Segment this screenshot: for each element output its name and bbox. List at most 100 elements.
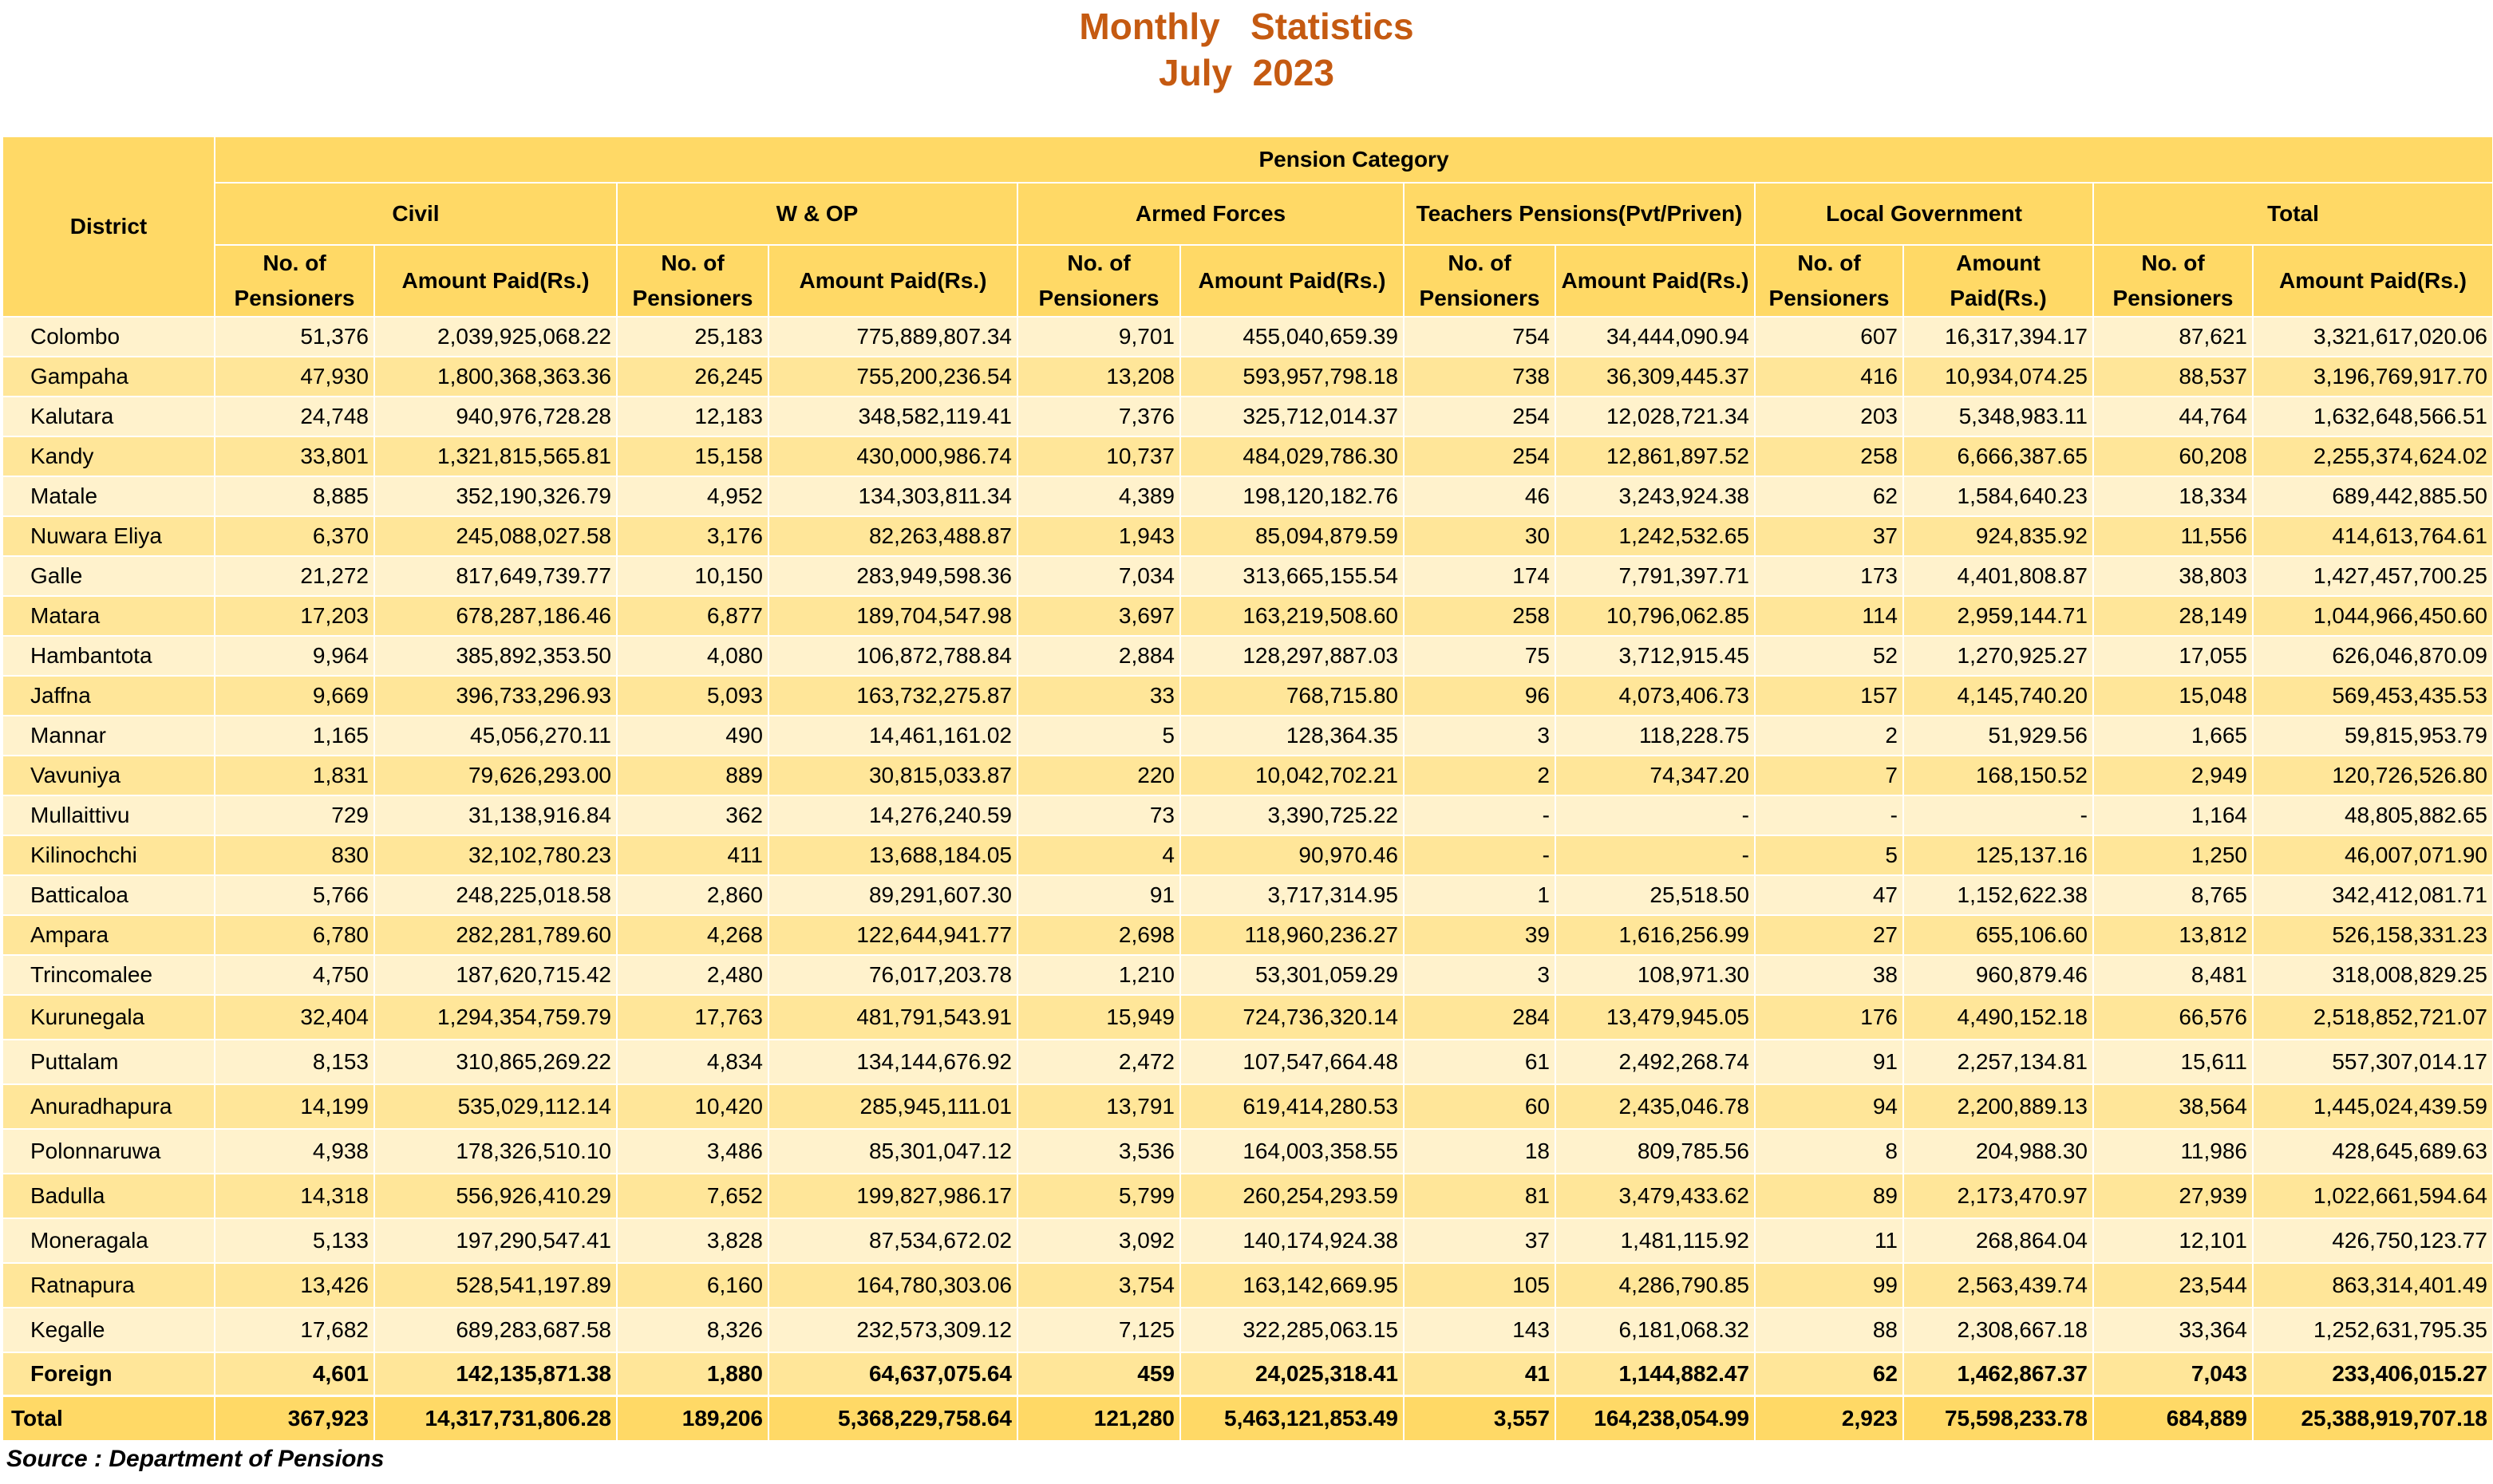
pensioner-count-cell: 258 [1403, 595, 1555, 636]
pensioner-count-cell: 23,544 [2092, 1262, 2253, 1308]
amount-paid-cell: 322,285,063.15 [1179, 1307, 1404, 1352]
pensioner-count-cell: 8,481 [2092, 954, 2253, 995]
table-row: Puttalam 8,153 310,865,269.22 4,834 134,144,… [2, 1039, 2492, 1084]
pensioner-count-cell: 38 [1754, 954, 1903, 995]
pensioner-count-cell: 2,480 [616, 954, 768, 995]
pensioner-count-cell: 684,889 [2092, 1394, 2253, 1440]
amount-paid-cell: 163,219,508.60 [1179, 595, 1404, 636]
amount-paid-cell: 689,442,885.50 [2252, 476, 2492, 516]
pensioner-count-cell: 1,943 [1017, 515, 1180, 556]
pensioner-count-cell: 61 [1403, 1039, 1555, 1084]
amount-paid-cell: 557,307,014.17 [2252, 1039, 2492, 1084]
amount-paid-cell: 2,200,889.13 [1902, 1083, 2093, 1129]
pensioner-count-cell: 9,701 [1017, 316, 1180, 357]
pensioner-count-cell: 89 [1754, 1173, 1903, 1218]
pensioner-count-cell: 4,750 [214, 954, 374, 995]
page-subtitle: July 2023 [1159, 52, 1334, 93]
pensioner-count-cell: 284 [1403, 994, 1555, 1040]
amount-paid-cell: 1,800,368,363.36 [373, 356, 617, 397]
amount-paid-cell: 107,547,664.48 [1179, 1039, 1404, 1084]
pensioner-count-cell: 24,748 [214, 396, 374, 436]
amount-paid-cell: 1,270,925.27 [1902, 635, 2093, 676]
amount-paid-cell: 1,445,024,439.59 [2252, 1083, 2492, 1129]
amount-paid-cell: 5,348,983.11 [1902, 396, 2093, 436]
col-header-no-pensioners: No. of Pensioners [214, 244, 374, 317]
district-name: Matara [2, 595, 215, 636]
pensioner-count-cell: 15,949 [1017, 994, 1180, 1040]
table-row: Vavuniya 1,831 79,626,293.00 889 30,815,033.… [2, 755, 2492, 795]
pensioner-count-cell: 8,326 [616, 1307, 768, 1352]
amount-paid-cell: 198,120,182.76 [1179, 476, 1404, 516]
col-header-no-pensioners: No. of Pensioners [1754, 244, 1903, 317]
amount-paid-cell: 4,145,740.20 [1902, 675, 2093, 716]
table-row: Anuradhapura 14,199 535,029,112.14 10,420 28… [2, 1083, 2492, 1129]
amount-paid-cell: 128,364.35 [1179, 715, 1404, 756]
pensioner-count-cell: 13,208 [1017, 356, 1180, 397]
amount-paid-cell: 924,835.92 [1902, 515, 2093, 556]
amount-paid-cell: 164,780,303.06 [768, 1262, 1017, 1308]
pensioner-count-cell: 18 [1403, 1128, 1555, 1174]
amount-paid-cell: 817,649,739.77 [373, 555, 617, 596]
pensioner-count-cell: 8 [1754, 1128, 1903, 1174]
district-name: Foreign [2, 1352, 215, 1395]
district-name: Moneragala [2, 1218, 215, 1263]
amount-paid-cell: 164,238,054.99 [1555, 1394, 1755, 1440]
amount-paid-cell: 385,892,353.50 [373, 635, 617, 676]
pensioner-count-cell: 10,737 [1017, 436, 1180, 476]
amount-paid-cell: 12,861,897.52 [1555, 436, 1755, 476]
pensioner-count-cell: 3,828 [616, 1218, 768, 1263]
amount-paid-cell: 809,785.56 [1555, 1128, 1755, 1174]
district-name: Kalutara [2, 396, 215, 436]
pensioner-count-cell: 17,682 [214, 1307, 374, 1352]
pensioner-count-cell: 14,199 [214, 1083, 374, 1129]
pensioner-count-cell: 10,150 [616, 555, 768, 596]
pensioner-count-cell: 5,766 [214, 874, 374, 915]
group-header-wop: W & OP [616, 182, 1017, 245]
amount-paid-cell: - [1555, 795, 1755, 835]
district-header: District [2, 136, 215, 317]
pensioner-count-cell: 173 [1754, 555, 1903, 596]
amount-paid-cell: 1,044,966,450.60 [2252, 595, 2492, 636]
amount-paid-cell: 619,414,280.53 [1179, 1083, 1404, 1129]
pensioner-count-cell: 5,133 [214, 1218, 374, 1263]
pensioner-count-cell: 4 [1017, 835, 1180, 875]
pensioner-count-cell: 60,208 [2092, 436, 2253, 476]
amount-paid-cell: 233,406,015.27 [2252, 1352, 2492, 1395]
pensioner-count-cell: 189,206 [616, 1394, 768, 1440]
pensioner-count-cell: 7,034 [1017, 555, 1180, 596]
amount-paid-cell: 535,029,112.14 [373, 1083, 617, 1129]
pensioner-count-cell: 2,884 [1017, 635, 1180, 676]
pensioner-count-cell: 3,176 [616, 515, 768, 556]
pensioner-count-cell: 18,334 [2092, 476, 2253, 516]
table-row: Polonnaruwa 4,938 178,326,510.10 3,486 85,30… [2, 1128, 2492, 1174]
amount-paid-cell: 76,017,203.78 [768, 954, 1017, 995]
pensioner-count-cell: 75 [1403, 635, 1555, 676]
pensioner-count-cell: 21,272 [214, 555, 374, 596]
pensioner-count-cell: 15,158 [616, 436, 768, 476]
pensioner-count-cell: 13,791 [1017, 1083, 1180, 1129]
pensioner-count-cell: 1,210 [1017, 954, 1180, 995]
pensioner-count-cell: 15,048 [2092, 675, 2253, 716]
amount-paid-cell: 163,732,275.87 [768, 675, 1017, 716]
pensioner-count-cell: 3 [1403, 954, 1555, 995]
amount-paid-cell: 2,173,470.97 [1902, 1173, 2093, 1218]
pensioner-count-cell: 27 [1754, 914, 1903, 955]
amount-paid-cell: 25,518.50 [1555, 874, 1755, 915]
amount-paid-cell: 5,463,121,853.49 [1179, 1394, 1404, 1440]
pensioner-count-cell: 738 [1403, 356, 1555, 397]
amount-paid-cell: 313,665,155.54 [1179, 555, 1404, 596]
pensioner-count-cell: 60 [1403, 1083, 1555, 1129]
table-row: Badulla 14,318 556,926,410.29 7,652 199,827,… [2, 1173, 2492, 1218]
pensioner-count-cell: 3,557 [1403, 1394, 1555, 1440]
amount-paid-cell: 3,712,915.45 [1555, 635, 1755, 676]
pensioner-count-cell: 258 [1754, 436, 1903, 476]
amount-paid-cell: 164,003,358.55 [1179, 1128, 1404, 1174]
amount-paid-cell: 310,865,269.22 [373, 1039, 617, 1084]
amount-paid-cell: 1,481,115.92 [1555, 1218, 1755, 1263]
amount-paid-cell: 1,242,532.65 [1555, 515, 1755, 556]
pensioner-count-cell: 13,812 [2092, 914, 2253, 955]
amount-paid-cell: 232,573,309.12 [768, 1307, 1017, 1352]
district-name: Nuwara Eliya [2, 515, 215, 556]
pensioner-count-cell: 66,576 [2092, 994, 2253, 1040]
pensioner-count-cell: 1,665 [2092, 715, 2253, 756]
